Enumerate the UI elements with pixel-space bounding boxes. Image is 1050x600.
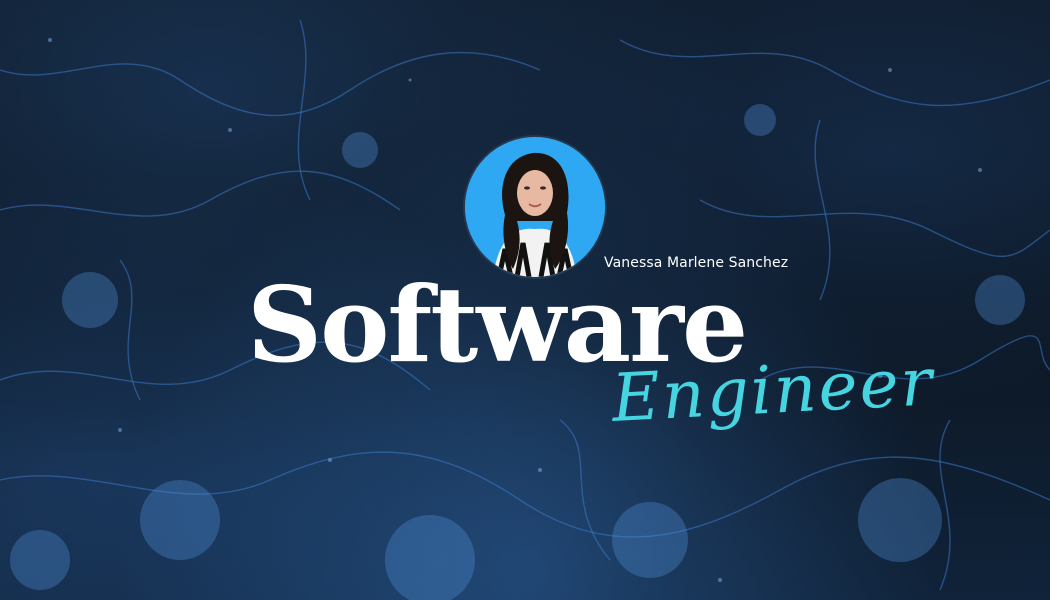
avatar [465,137,605,277]
profile-photo [465,137,605,277]
profile-banner: Vanessa Marlene Sanchez Software Enginee… [0,0,1050,600]
